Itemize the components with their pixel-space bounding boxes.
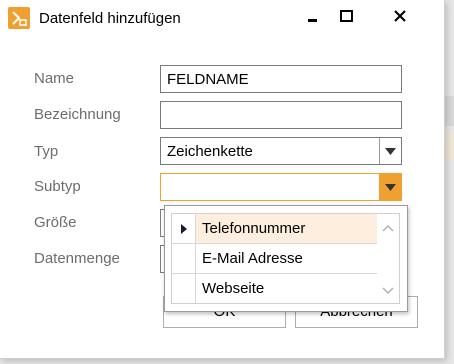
option-label: Telefonnummer [196,214,378,243]
title-bar[interactable]: Datenfeld hinzufügen [0,0,444,36]
typ-dropdown-button[interactable] [379,138,401,164]
row-indicator [172,214,196,243]
option-label: Webseite [202,280,265,297]
chevron-down-icon [385,148,396,155]
subtyp-combobox[interactable] [160,173,402,201]
groesse-label: Größe [34,214,77,231]
subtyp-dropdown-button[interactable] [379,174,401,200]
list-item[interactable]: E-Mail Adresse [172,244,378,274]
background-window-edge-2 [444,132,454,160]
typ-combobox[interactable]: Zeichenkette [160,137,402,165]
typ-label: Typ [34,143,59,160]
subtyp-label: Subtyp [34,178,81,195]
list-scrollbar[interactable] [377,214,399,303]
list-item[interactable]: Webseite [172,274,378,304]
close-button[interactable] [386,4,414,30]
maximize-button[interactable] [332,4,360,30]
row-indicator [172,244,196,273]
minimize-icon [308,19,317,22]
close-icon [394,10,406,22]
subtyp-options-list: Telefonnummer E-Mail Adresse Webseite [171,213,400,304]
chevron-down-icon [385,184,396,191]
dialog-title: Datenfeld hinzufügen [39,10,181,27]
subtyp-dropdown-popup: Telefonnummer E-Mail Adresse Webseite [164,205,408,312]
datenmenge-label: Datenmenge [34,250,120,267]
row-indicator [172,274,196,303]
background-window-edge [444,96,454,126]
app-logo-icon [8,7,30,29]
typ-value: Zeichenkette [167,143,253,160]
name-label: Name [34,70,75,87]
dialog-window: Datenfeld hinzufügen Name FELDNAME Bezei… [0,0,445,359]
bezeichnung-label: Bezeichnung [34,106,121,123]
minimize-button[interactable] [298,4,326,30]
maximize-icon [340,10,353,22]
list-item[interactable]: Telefonnummer [172,214,378,244]
row-pointer-icon [181,224,187,234]
option-label: E-Mail Adresse [202,250,303,267]
name-input[interactable]: FELDNAME [160,65,402,93]
scroll-down-icon [382,287,394,295]
scroll-up-icon [382,224,394,232]
bezeichnung-input[interactable] [160,101,402,129]
